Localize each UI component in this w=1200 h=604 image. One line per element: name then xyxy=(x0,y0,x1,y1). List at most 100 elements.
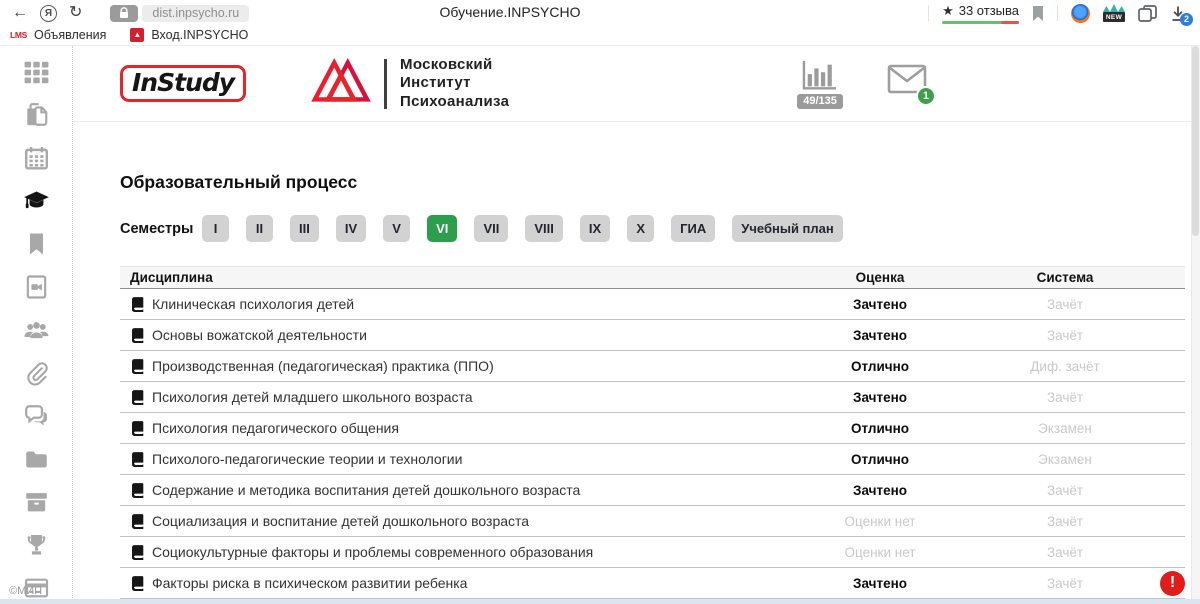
reload-icon[interactable]: ↻ xyxy=(69,5,82,21)
semester-button-VI[interactable]: VI xyxy=(427,215,457,242)
discipline-name[interactable]: Факторы риска в психическом развитии реб… xyxy=(152,575,467,591)
trophy-icon[interactable] xyxy=(23,532,50,558)
semester-button-VII[interactable]: VII xyxy=(474,215,508,242)
semester-button-IX[interactable]: IX xyxy=(580,215,610,242)
grade-value: Зачтено xyxy=(785,483,975,498)
book-icon xyxy=(130,328,144,343)
semester-button-ГИА[interactable]: ГИА xyxy=(671,215,715,242)
browser-toolbar: ← Я ↻ dist.inpsycho.ru Обучение.INPSYCHO… xyxy=(0,0,1200,24)
book-icon xyxy=(130,421,144,436)
discipline-name[interactable]: Клиническая психология детей xyxy=(152,296,354,312)
bookmark-label: Вход.INPSYCHO xyxy=(151,28,248,42)
book-icon xyxy=(130,514,144,529)
book-icon xyxy=(130,576,144,591)
browser-profile-icon[interactable] xyxy=(1071,4,1090,23)
semester-button-VIII[interactable]: VIII xyxy=(525,215,563,242)
discipline-name[interactable]: Производственная (педагогическая) практи… xyxy=(152,358,494,374)
scrollbar-thumb[interactable] xyxy=(1192,46,1199,236)
bottom-strip xyxy=(0,599,1200,604)
table-row[interactable]: Психология детей младшего школьного возр… xyxy=(120,382,1185,413)
discipline-name[interactable]: Психология детей младшего школьного возр… xyxy=(152,389,473,405)
scrollbar[interactable] xyxy=(1191,46,1200,604)
downloads-count-badge: 2 xyxy=(1180,13,1193,26)
bookmark-label: Объявления xyxy=(34,28,106,42)
book-icon xyxy=(130,545,144,560)
table-row[interactable]: Клиническая психология детей Зачтено Зач… xyxy=(120,289,1185,320)
book-icon xyxy=(130,359,144,374)
grade-value: Отлично xyxy=(785,359,975,374)
grade-value: Оценки нет xyxy=(785,545,975,560)
column-system: Система xyxy=(975,270,1155,285)
system-value: Экзамен xyxy=(975,452,1155,467)
semester-button-Учебный план[interactable]: Учебный план xyxy=(732,215,842,242)
education-cap-icon[interactable] xyxy=(23,188,50,214)
site-rating[interactable]: ★ 33 отзыва xyxy=(942,3,1019,24)
yandex-browser-icon[interactable]: Я xyxy=(40,5,57,22)
people-icon[interactable] xyxy=(23,317,50,343)
semester-button-X[interactable]: X xyxy=(627,215,654,242)
chat-icon[interactable] xyxy=(23,403,50,429)
system-value: Экзамен xyxy=(975,421,1155,436)
semester-button-III[interactable]: III xyxy=(290,215,319,242)
table-row[interactable]: Факторы риска в психическом развитии реб… xyxy=(120,568,1185,599)
grade-value: Зачтено xyxy=(785,297,975,312)
star-icon: ★ xyxy=(942,3,954,19)
discipline-name[interactable]: Содержание и методика воспитания детей д… xyxy=(152,482,580,498)
table-row[interactable]: Психология педагогического общения Отлич… xyxy=(120,413,1185,444)
new-badge: NEW xyxy=(1103,12,1125,22)
semesters-label: Семестры xyxy=(120,221,202,237)
discipline-name[interactable]: Психология педагогического общения xyxy=(152,420,399,436)
mail-icon[interactable]: 1 xyxy=(887,64,927,99)
new-extension-icon[interactable]: NEW xyxy=(1103,4,1125,22)
table-row[interactable]: Социализация и воспитание детей дошкольн… xyxy=(120,506,1185,537)
mail-count-badge: 1 xyxy=(916,86,936,106)
bookmark-login[interactable]: ▲ Вход.INPSYCHO xyxy=(130,28,248,42)
page-title: Образовательный процесс xyxy=(120,172,1185,193)
table-row[interactable]: Производственная (педагогическая) практи… xyxy=(120,351,1185,382)
site-header: InStudy Московский Институт Психоанализа… xyxy=(73,46,1200,122)
mip-triangle-icon: ▲ xyxy=(130,28,144,42)
table-row[interactable]: Социокультурные факторы и проблемы совре… xyxy=(120,537,1185,568)
bookmark-icon[interactable] xyxy=(23,231,50,257)
institute-logo-icon[interactable] xyxy=(310,56,372,112)
bookmark-flag-icon[interactable] xyxy=(1032,6,1044,21)
grade-value: Зачтено xyxy=(785,328,975,343)
discipline-name[interactable]: Социокультурные факторы и проблемы совре… xyxy=(152,544,593,560)
semester-button-II[interactable]: II xyxy=(246,215,273,242)
semester-button-IV[interactable]: IV xyxy=(336,215,366,242)
downloads-icon[interactable]: 2 xyxy=(1170,5,1186,22)
calendar-icon[interactable] xyxy=(23,145,50,171)
back-icon[interactable]: ← xyxy=(12,5,28,21)
divider xyxy=(384,59,387,109)
disciplines-table: Дисциплина Оценка Система Клиническая пс… xyxy=(120,266,1185,599)
archive-icon[interactable] xyxy=(23,489,50,515)
copy-documents-icon[interactable] xyxy=(23,102,50,128)
system-value: Зачёт xyxy=(975,328,1155,343)
attachment-icon[interactable] xyxy=(23,360,50,386)
book-icon xyxy=(130,390,144,405)
table-row[interactable]: Психолого-педагогические теории и технол… xyxy=(120,444,1185,475)
sidebar-nav xyxy=(0,46,73,604)
table-row[interactable]: Основы вожатской деятельности Зачтено За… xyxy=(120,320,1185,351)
progress-chart-icon[interactable]: 49/135 xyxy=(797,59,843,109)
discipline-name[interactable]: Основы вожатской деятельности xyxy=(152,327,367,343)
bookmark-announcements[interactable]: LMS Объявления xyxy=(10,28,106,42)
rating-label: 33 отзыва xyxy=(959,3,1019,18)
system-value: Зачёт xyxy=(975,483,1155,498)
semester-button-I[interactable]: I xyxy=(202,215,229,242)
discipline-name[interactable]: Психолого-педагогические теории и технол… xyxy=(152,451,462,467)
bookmarks-bar: LMS Объявления ▲ Вход.INPSYCHO xyxy=(0,24,1200,46)
url-display[interactable]: dist.inpsycho.ru xyxy=(142,5,249,22)
apps-grid-icon[interactable] xyxy=(23,59,50,85)
discipline-name[interactable]: Социализация и воспитание детей дошкольн… xyxy=(152,513,529,529)
grade-value: Отлично xyxy=(785,452,975,467)
collections-icon[interactable] xyxy=(1138,5,1157,22)
video-document-icon[interactable] xyxy=(23,274,50,300)
instudy-logo[interactable]: InStudy xyxy=(120,65,286,102)
table-row[interactable]: Содержание и методика воспитания детей д… xyxy=(120,475,1185,506)
system-value: Зачёт xyxy=(975,390,1155,405)
folder-icon[interactable] xyxy=(23,446,50,472)
lock-icon[interactable] xyxy=(110,5,138,22)
semester-button-V[interactable]: V xyxy=(383,215,410,242)
alert-icon[interactable]: ! xyxy=(1160,571,1185,596)
